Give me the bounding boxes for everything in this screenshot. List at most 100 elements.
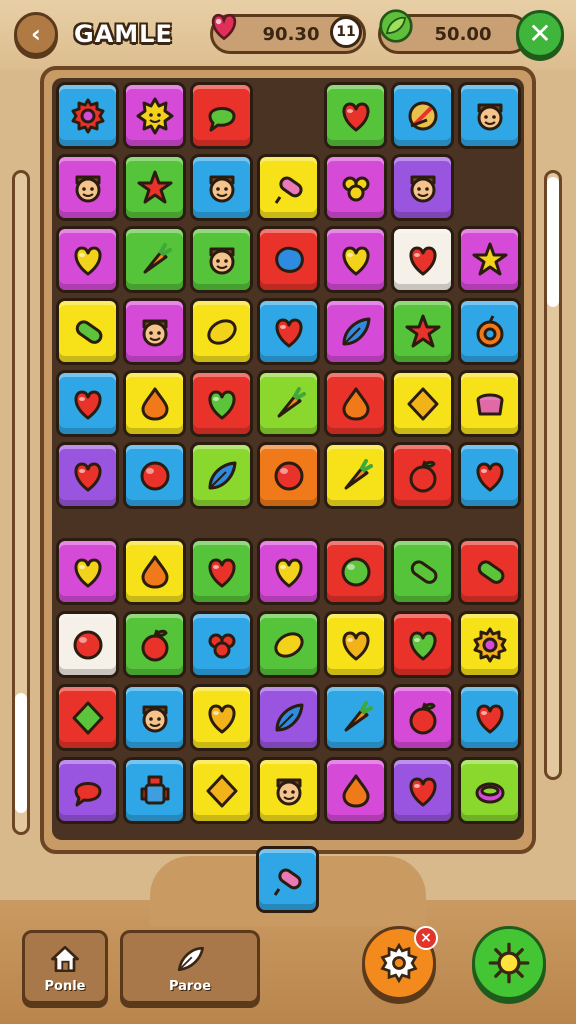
tile-face[interactable] <box>257 757 320 824</box>
tile-pot[interactable] <box>458 370 521 437</box>
close-button[interactable]: ✕ <box>516 10 564 58</box>
next-piece-tile[interactable] <box>256 846 319 913</box>
tile-leaf[interactable] <box>324 298 387 365</box>
tile-grapes[interactable] <box>324 154 387 221</box>
tile-star[interactable] <box>391 298 454 365</box>
tile-gear[interactable] <box>458 611 521 678</box>
tile-star[interactable] <box>123 154 186 221</box>
face-icon <box>209 175 234 202</box>
tile-heart[interactable] <box>257 298 320 365</box>
tile-carrot[interactable] <box>324 442 387 509</box>
tile-circle[interactable] <box>324 538 387 605</box>
hint-button[interactable] <box>472 926 546 1000</box>
tile-heart[interactable] <box>324 82 387 149</box>
tile-heart[interactable] <box>56 226 119 293</box>
tile-ring[interactable] <box>458 298 521 365</box>
tile-apple[interactable] <box>391 684 454 751</box>
next-piece[interactable] <box>256 846 319 913</box>
tile-apple[interactable] <box>391 442 454 509</box>
game-title: GAMLE <box>74 20 173 48</box>
tile-drop[interactable] <box>123 370 186 437</box>
bubble-icon <box>74 781 101 806</box>
tile-circle[interactable] <box>123 442 186 509</box>
pause-label: Paroe <box>168 978 212 994</box>
coins-value: 50.00 <box>434 23 492 45</box>
tile-heart[interactable] <box>391 757 454 824</box>
tile-heart[interactable] <box>56 442 119 509</box>
tile-heart[interactable] <box>458 442 521 509</box>
face-icon <box>276 778 301 805</box>
drop-icon <box>141 387 168 420</box>
tile-heart[interactable] <box>324 611 387 678</box>
diamond-icon <box>206 774 237 807</box>
tile-face[interactable] <box>190 154 253 221</box>
tile-carrot[interactable] <box>257 370 320 437</box>
heart-icon <box>476 704 503 733</box>
tile-leaf[interactable] <box>190 442 253 509</box>
tile-face[interactable] <box>190 226 253 293</box>
tile-pickle[interactable] <box>391 538 454 605</box>
tile-circle[interactable] <box>257 442 320 509</box>
diamond-icon <box>72 701 103 734</box>
tile-heart[interactable] <box>324 226 387 293</box>
tile-face[interactable] <box>458 82 521 149</box>
tile-heart[interactable] <box>391 226 454 293</box>
tile-apple[interactable] <box>123 611 186 678</box>
tile-carrot[interactable] <box>324 684 387 751</box>
tile-ring2[interactable] <box>458 757 521 824</box>
right-scrollbar[interactable] <box>544 170 562 780</box>
tile-heart[interactable] <box>391 611 454 678</box>
tile-drop[interactable] <box>324 370 387 437</box>
scroll-thumb[interactable] <box>547 177 559 307</box>
tile-heart[interactable] <box>190 684 253 751</box>
heart-icon <box>275 558 302 587</box>
tile-diamond[interactable] <box>391 370 454 437</box>
heart-icon <box>275 318 302 347</box>
tile-carrot[interactable] <box>123 226 186 293</box>
tile-heart[interactable] <box>257 538 320 605</box>
face-icon <box>477 103 502 130</box>
tile-diamond[interactable] <box>56 684 119 751</box>
heart-icon <box>342 246 369 275</box>
tile-face[interactable] <box>123 298 186 365</box>
tile-heart[interactable] <box>190 370 253 437</box>
tile-bubble[interactable] <box>190 82 253 149</box>
pickle-icon <box>410 559 437 584</box>
tile-lemon[interactable] <box>257 611 320 678</box>
tile-face[interactable] <box>123 684 186 751</box>
tile-leaf[interactable] <box>257 684 320 751</box>
gear-icon <box>473 627 506 662</box>
tile-blob[interactable] <box>257 226 320 293</box>
tile-circle[interactable] <box>56 611 119 678</box>
tile-face[interactable] <box>391 154 454 221</box>
tile-pickle[interactable] <box>56 298 119 365</box>
tile-heart[interactable] <box>56 370 119 437</box>
tile-drop[interactable] <box>324 757 387 824</box>
tile-gear[interactable] <box>56 82 119 149</box>
tile-diamond[interactable] <box>190 757 253 824</box>
heart-icon <box>74 558 101 587</box>
heart-icon <box>208 704 235 733</box>
tile-compass[interactable] <box>391 82 454 149</box>
tile-heart[interactable] <box>190 538 253 605</box>
tile-sun[interactable] <box>123 82 186 149</box>
tile-candy[interactable] <box>257 154 320 221</box>
face-icon <box>142 705 167 732</box>
back-button[interactable]: ‹ <box>14 12 58 56</box>
tile-lemon[interactable] <box>190 298 253 365</box>
tile-face[interactable] <box>56 154 119 221</box>
tile-star[interactable] <box>458 226 521 293</box>
drop-icon <box>342 774 369 807</box>
tile-heart[interactable] <box>458 684 521 751</box>
left-rail-thumb[interactable] <box>15 693 27 813</box>
carrot-icon <box>277 386 306 417</box>
tile-grapes[interactable] <box>190 611 253 678</box>
lives-value: 90.30 <box>262 23 320 45</box>
home-button[interactable]: Ponle <box>22 930 108 1004</box>
tile-pickle[interactable] <box>458 538 521 605</box>
tile-drop[interactable] <box>123 538 186 605</box>
tile-heart[interactable] <box>56 538 119 605</box>
pause-button[interactable]: Paroe <box>120 930 260 1004</box>
tile-robot[interactable] <box>123 757 186 824</box>
tile-bubble[interactable] <box>56 757 119 824</box>
